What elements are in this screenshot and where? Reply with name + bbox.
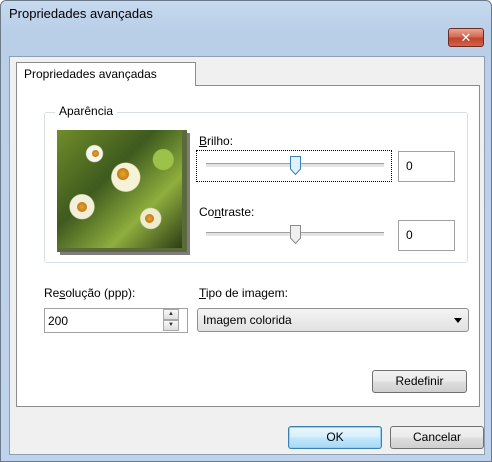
- chevron-down-icon: [454, 318, 462, 323]
- brightness-slider-thumb[interactable]: [289, 156, 301, 175]
- contrast-slider-thumb[interactable]: [289, 225, 301, 244]
- image-type-selected: Imagem colorida: [203, 313, 292, 327]
- contrast-value-field[interactable]: 0: [398, 220, 455, 251]
- resolution-spinner[interactable]: ▲ ▼: [163, 309, 179, 331]
- image-type-select[interactable]: Imagem colorida: [197, 308, 469, 332]
- reset-button[interactable]: Redefinir: [372, 370, 467, 393]
- title-bar[interactable]: Propriedades avançadas: [1, 1, 491, 29]
- spin-down-button[interactable]: ▼: [163, 320, 179, 331]
- image-type-label: Tipo de imagem:: [199, 286, 288, 300]
- close-button[interactable]: ✕: [448, 28, 484, 47]
- brightness-value-field[interactable]: 0: [398, 151, 455, 182]
- resolution-label: Resolução (ppp):: [44, 286, 136, 300]
- appearance-legend: Aparência: [55, 104, 118, 118]
- flower-center: [145, 214, 154, 223]
- caret-down-icon: ▼: [168, 322, 174, 328]
- flowers-photo-icon: [57, 130, 182, 248]
- flower-center: [92, 150, 99, 157]
- preview-image-frame: [57, 130, 187, 252]
- ok-button[interactable]: OK: [288, 426, 382, 449]
- cancel-button[interactable]: Cancelar: [390, 426, 484, 449]
- tab-advanced-properties[interactable]: Propriedades avançadas: [16, 62, 196, 86]
- tab-label: Propriedades avançadas: [24, 67, 157, 81]
- resolution-value: 200: [48, 314, 69, 328]
- flower-center: [77, 202, 87, 212]
- window-title: Propriedades avançadas: [9, 6, 153, 21]
- spin-up-button[interactable]: ▲: [163, 309, 179, 320]
- brightness-value: 0: [406, 159, 413, 173]
- flower-center: [117, 168, 129, 180]
- close-icon: ✕: [460, 30, 472, 45]
- contrast-value: 0: [406, 228, 413, 242]
- brightness-label: Brilho:: [199, 134, 234, 148]
- caret-up-icon: ▲: [168, 311, 174, 317]
- contrast-label: Contraste:: [199, 205, 255, 219]
